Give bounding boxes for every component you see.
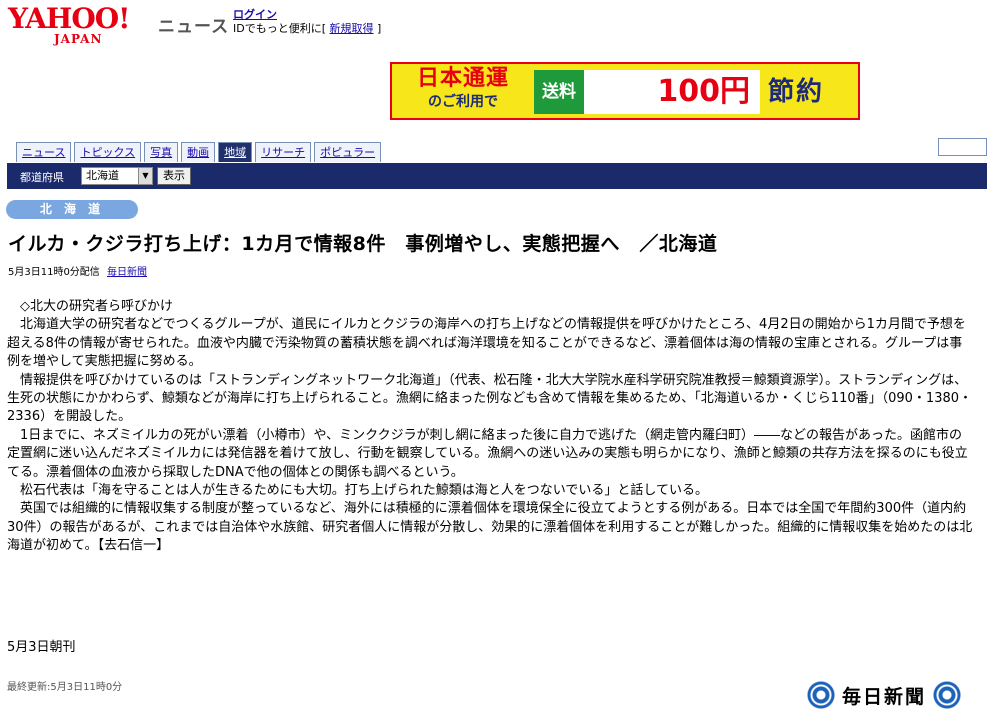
article-dateline: 5月3日11時0分配信 毎日新聞 (8, 263, 147, 278)
article-date: 5月3日11時0分配信 (8, 267, 100, 278)
id-promo-line: IDでもっと便利に[ 新規取得 ] (233, 20, 381, 36)
article-paragraph: 1日までに、ネズミイルカの死がい漂着（小樽市）や、ミンククジラが刺し網に絡まった… (7, 427, 968, 480)
article-headline: イルカ・クジラ打ち上げ：1カ月で情報8件 事例増やし、実態把握へ ／北海道 (8, 233, 718, 255)
prefecture-navbar: 都道府県 北海道 ▼ 表示 (7, 163, 987, 189)
article-paragraph: 情報提供を呼びかけているのは「ストランディングネットワーク北海道」（代表、松石隆… (7, 372, 973, 425)
show-button[interactable]: 表示 (157, 167, 191, 185)
tab-news[interactable]: ニュース (16, 142, 72, 162)
id-promo-prefix: IDでもっと便利に[ (233, 22, 327, 35)
banner-line1: 日本通運 (416, 66, 509, 91)
chevron-down-icon: ▼ (138, 168, 152, 184)
banner-left-block: 日本通運 のご利用で (398, 66, 528, 112)
prefecture-select[interactable]: 北海道 ▼ (81, 167, 153, 185)
article-paragraph: 北海道大学の研究者などでつくるグループが、道民にイルカとクジラの海岸への打ち上げ… (7, 317, 966, 370)
nittsu-banner-ad[interactable]: 日本通運 のご利用で 送料 100円 節約 (390, 62, 860, 120)
article-edition: 5月3日朝刊 (7, 640, 76, 655)
logo-main-text: YAHOO! (8, 2, 130, 35)
search-input[interactable] (938, 138, 987, 156)
last-updated: 最終更新:5月3日11時0分 (7, 682, 123, 693)
region-badge[interactable]: 北 海 道 (6, 200, 138, 219)
tab-topics[interactable]: トピックス (74, 142, 142, 162)
mainichi-logo-text: 毎日新聞 (842, 685, 927, 708)
source-link[interactable]: 毎日新聞 (107, 267, 147, 278)
yahoo-japan-logo[interactable]: YAHOO! JAPAN (8, 4, 156, 48)
banner-amount: 100円 (584, 70, 760, 114)
article-body: ◇北大の研究者ら呼びかけ 北海道大学の研究者などでつくるグループが、道民にイルカ… (7, 298, 975, 556)
tab-local[interactable]: 地域 (218, 142, 253, 162)
id-promo-suffix: ] (377, 22, 382, 35)
tab-photos[interactable]: 写真 (144, 142, 179, 162)
article-paragraph: 松石代表は「海を守ることは人が生きるためにも大切。打ち上げられた鯨類は海と人をつ… (7, 483, 708, 499)
tab-videos[interactable]: 動画 (181, 142, 216, 162)
mainichi-logo[interactable]: 毎日新聞 (806, 677, 974, 713)
banner-line2: のご利用で (428, 94, 498, 110)
banner-shipping-label: 送料 (534, 70, 584, 114)
new-signup-link[interactable]: 新規取得 (330, 22, 374, 35)
banner-save-label: 節約 (768, 77, 825, 107)
section-title[interactable]: ニュース (158, 12, 229, 37)
tab-popular[interactable]: ポピュラー (314, 142, 382, 162)
mainichi-emblem-icon (806, 680, 836, 710)
tab-research[interactable]: リサーチ (255, 142, 312, 162)
category-tabs: ニュース トピックス 写真 動画 地域 リサーチ ポピュラー (16, 142, 382, 162)
prefecture-label: 都道府県 (20, 171, 64, 184)
article-subhead: ◇北大の研究者ら呼びかけ (7, 299, 173, 314)
logo-sub-text: JAPAN (54, 32, 103, 46)
mainichi-emblem-icon (932, 680, 963, 710)
article-paragraph: 英国では組織的に情報収集する制度が整っているなど、海外には積極的に漂着個体を環境… (7, 501, 973, 554)
prefecture-select-value: 北海道 (86, 169, 119, 182)
